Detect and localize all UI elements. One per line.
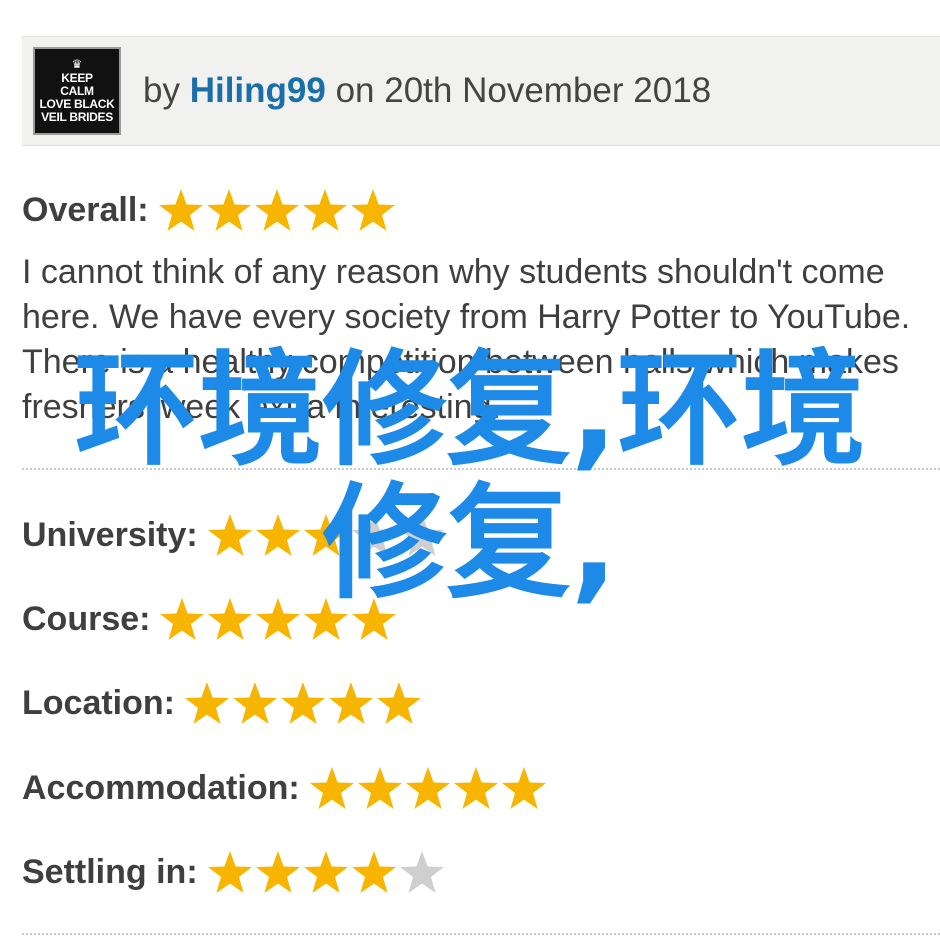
- star-filled-icon: [158, 596, 206, 642]
- star-filled-icon: [302, 849, 350, 895]
- star-filled-icon: [254, 849, 302, 895]
- rating-row-course: Course:: [22, 594, 398, 644]
- rating-label: Settling in:: [22, 852, 198, 891]
- rating-stars: [158, 596, 398, 642]
- rating-row-accommodation: Accommodation:: [22, 763, 548, 813]
- star-filled-icon: [302, 596, 350, 642]
- on-text: on: [335, 71, 375, 110]
- review-byline: by Hiling99 on 20th November 2018: [143, 69, 711, 113]
- star-filled-icon: [206, 849, 254, 895]
- star-filled-icon: [375, 680, 423, 726]
- rating-stars: [206, 512, 446, 558]
- by-text: by: [143, 71, 180, 110]
- star-filled-icon: [157, 187, 205, 233]
- rating-stars: [183, 680, 423, 726]
- review-body: I cannot think of any reason why student…: [22, 250, 922, 430]
- rating-label: University:: [22, 515, 198, 554]
- username-link[interactable]: Hiling99: [190, 71, 326, 110]
- star-filled-icon: [302, 512, 350, 558]
- star-empty-icon: [398, 849, 446, 895]
- star-empty-icon: [350, 512, 398, 558]
- star-filled-icon: [183, 680, 231, 726]
- section-divider: [22, 468, 940, 470]
- star-filled-icon: [349, 187, 397, 233]
- crown-icon: ♛: [71, 57, 83, 71]
- rating-row-location: Location:: [22, 678, 423, 728]
- rating-stars: [308, 765, 548, 811]
- rating-stars: [206, 849, 446, 895]
- rating-label: Accommodation:: [22, 768, 300, 807]
- bottom-divider: [22, 933, 940, 935]
- avatar-text-4: VEIL BRIDES: [41, 110, 113, 124]
- rating-row-university: University:: [22, 510, 446, 560]
- review-text: I cannot think of any reason why student…: [22, 253, 911, 426]
- star-filled-icon: [205, 187, 253, 233]
- star-filled-icon: [350, 596, 398, 642]
- star-filled-icon: [327, 680, 375, 726]
- star-filled-icon: [308, 765, 356, 811]
- star-filled-icon: [254, 596, 302, 642]
- star-filled-icon: [452, 765, 500, 811]
- overall-label: Overall:: [22, 190, 149, 229]
- star-empty-icon: [398, 512, 446, 558]
- star-filled-icon: [279, 680, 327, 726]
- star-filled-icon: [356, 765, 404, 811]
- star-filled-icon: [254, 512, 302, 558]
- star-filled-icon: [206, 512, 254, 558]
- rating-label: Course:: [22, 599, 151, 638]
- star-filled-icon: [206, 596, 254, 642]
- star-filled-icon: [350, 849, 398, 895]
- star-filled-icon: [404, 765, 452, 811]
- overall-rating: Overall:: [22, 185, 397, 235]
- review-header: ♛ KEEP CALM LOVE BLACK VEIL BRIDES by Hi…: [22, 36, 940, 146]
- star-filled-icon: [301, 187, 349, 233]
- review-date: 20th November 2018: [384, 71, 712, 110]
- star-filled-icon: [231, 680, 279, 726]
- user-avatar[interactable]: ♛ KEEP CALM LOVE BLACK VEIL BRIDES: [33, 47, 121, 135]
- rating-row-settling-in: Settling in:: [22, 847, 446, 897]
- star-filled-icon: [500, 765, 548, 811]
- overall-stars: [157, 187, 397, 233]
- rating-label: Location:: [22, 683, 175, 722]
- star-filled-icon: [253, 187, 301, 233]
